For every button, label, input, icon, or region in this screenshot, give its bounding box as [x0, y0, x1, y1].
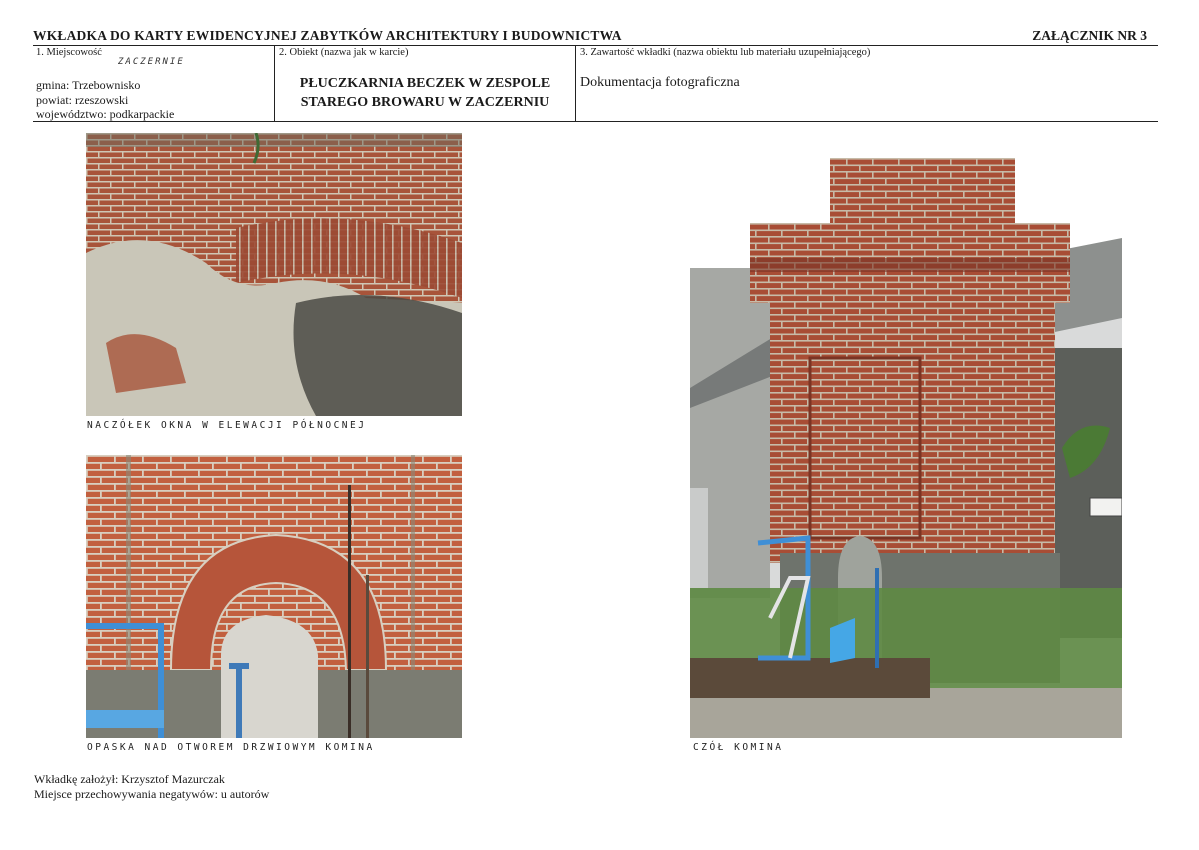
document-page: WKŁADKA DO KARTY EWIDENCYJNEJ ZABYTKÓW A…: [0, 0, 1199, 850]
column-divider-2: [575, 45, 576, 122]
object-name-line-1: PŁUCZKARNIA BECZEK W ZESPOLE: [299, 76, 551, 91]
contents-value: Dokumentacja fotograficzna: [580, 75, 740, 90]
location-label: 1. Miejscowość: [36, 47, 102, 58]
handwritten-place: ZACZERNIE: [118, 57, 185, 67]
caption-photo-1: NACZÓŁEK OKNA W ELEWACJI PÓŁNOCNEJ: [87, 420, 367, 431]
brick-chimney-icon: [690, 158, 1122, 738]
document-title: WKŁADKA DO KARTY EWIDENCYJNEJ ZABYTKÓW A…: [33, 28, 622, 43]
object-label: 2. Obiekt (nazwa jak w karcie): [279, 47, 409, 58]
wojewodztwo-text: województwo: podkarpackie: [36, 107, 175, 121]
contents-label: 3. Zawartość wkładki (nazwa obiektu lub …: [580, 47, 871, 58]
annex-number: ZAŁĄCZNIK NR 3: [1032, 28, 1147, 43]
photo-door-arch: [86, 455, 462, 738]
object-name: PŁUCZKARNIA BECZEK W ZESPOLE STAREGO BRO…: [277, 74, 573, 112]
photo-window-arch: [86, 133, 462, 416]
brick-wall-window-arch-icon: [86, 133, 462, 416]
caption-photo-2: OPASKA NAD OTWOREM DRZWIOWYM KOMINA: [87, 742, 375, 753]
photo-chimney: [690, 158, 1122, 738]
caption-photo-3: CZÓŁ KOMINA: [693, 742, 784, 753]
object-name-line-2: STAREGO BROWARU W ZACZERNIU: [300, 95, 550, 110]
powiat-text: powiat: rzeszowski: [36, 93, 129, 107]
header-rule-bottom: [33, 121, 1158, 122]
gmina-text: gmina: Trzebownisko: [36, 78, 141, 92]
brick-arch-doorway-icon: [86, 455, 462, 738]
column-divider-1: [274, 45, 275, 122]
author-text: Wkładkę założył: Krzysztof Mazurczak: [34, 772, 225, 786]
negatives-location-text: Miejsce przechowywania negatywów: u auto…: [34, 787, 270, 801]
header-rule-top: [33, 45, 1158, 46]
